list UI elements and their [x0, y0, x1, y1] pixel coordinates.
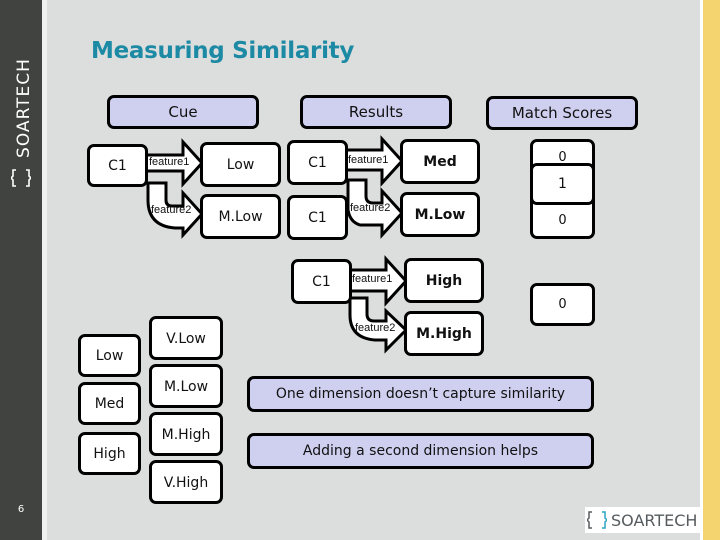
result1-feature2-value: M.Low	[400, 192, 480, 237]
sidebar: SOARTECH 6	[0, 0, 42, 540]
scale3-item-med: Med	[78, 382, 141, 425]
header-match-scores: Match Scores	[486, 96, 638, 130]
result2-concept: C1	[291, 259, 352, 304]
result1-feature1-label: feature1	[348, 154, 389, 166]
accent-bar	[703, 0, 720, 540]
match-score-front: 1	[530, 163, 595, 205]
cue-feature1-value: Low	[200, 142, 281, 187]
result2-feature2-value: M.High	[404, 311, 484, 356]
note-one-dimension: One dimension doesn’t capture similarity	[247, 376, 594, 412]
result2-feature1-value: High	[404, 258, 484, 303]
scale4-item-vlow: V.Low	[149, 316, 223, 360]
result1-concept: C1	[287, 140, 348, 185]
soartech-bracket-icon	[11, 169, 31, 187]
cue-feature2-label: feature2	[151, 204, 192, 216]
page-number: 6	[17, 504, 25, 515]
note-second-dimension: Adding a second dimension helps	[247, 433, 594, 469]
scale4-item-mhigh: M.High	[149, 412, 223, 456]
footer-logo: SOARTECH	[585, 507, 701, 533]
result1-feature2-label: feature2	[350, 202, 391, 214]
sidebar-divider	[42, 0, 47, 540]
result2-feature1-label: feature1	[352, 273, 393, 285]
soartech-bracket-icon	[587, 511, 607, 529]
match-score-single: 0	[530, 283, 595, 326]
result2-feature2-label: feature2	[355, 322, 396, 334]
result1-feature1-value: Med	[400, 139, 480, 184]
footer-logo-text: SOARTECH	[611, 510, 698, 530]
scale3-item-high: High	[78, 432, 141, 475]
result1-concept-2: C1	[287, 195, 348, 240]
sidebar-logo-text: SOARTECH	[14, 58, 34, 158]
cue-concept: C1	[87, 144, 148, 187]
cue-feature2-value: M.Low	[200, 194, 281, 239]
header-results: Results	[300, 95, 452, 129]
scale4-item-mlow: M.Low	[149, 364, 223, 408]
cue-feature1-label: feature1	[149, 156, 190, 168]
sidebar-logo: SOARTECH	[7, 40, 37, 190]
scale4-item-vhigh: V.High	[149, 460, 223, 504]
scale3-item-low: Low	[78, 334, 141, 377]
page-title: Measuring Similarity	[91, 38, 355, 64]
header-cue: Cue	[107, 95, 259, 129]
